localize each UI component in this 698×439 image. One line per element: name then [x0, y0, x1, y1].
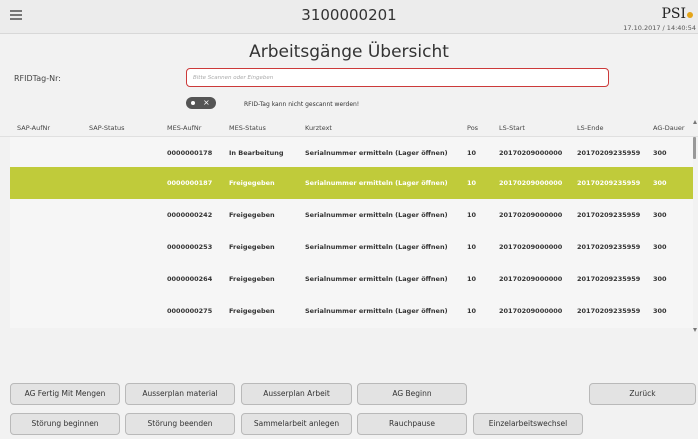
cell-ls-start: 20170209000000: [499, 243, 563, 251]
column-header-mes-aufnr[interactable]: MES-AufNr: [167, 124, 201, 132]
logo-text: PSI: [661, 6, 686, 22]
cell-pos: 10: [467, 149, 477, 157]
ausserplan-material-button[interactable]: Ausserplan material: [125, 383, 235, 405]
cell-mes-aufnr: 0000000178: [167, 149, 213, 157]
einzelarbeitswechsel-button[interactable]: Einzelarbeitswechsel: [473, 413, 583, 435]
cell-kurztext: Serialnummer ermitteln (Lager öffnen): [305, 149, 448, 157]
cell-kurztext: Serialnummer ermitteln (Lager öffnen): [305, 179, 448, 187]
scroll-down-arrow-icon[interactable]: [693, 328, 697, 332]
column-header-sap-aufnr[interactable]: SAP-AufNr: [17, 124, 50, 132]
ag-fertig-mit-mengen-button[interactable]: AG Fertig Mit Mengen: [10, 383, 120, 405]
cell-pos: 10: [467, 211, 477, 219]
cell-ls-ende: 20170209235959: [577, 307, 641, 315]
cell-mes-status: Freigegeben: [229, 275, 275, 283]
cell-kurztext: Serialnummer ermitteln (Lager öffnen): [305, 275, 448, 283]
rauchpause-button[interactable]: Rauchpause: [357, 413, 467, 435]
cell-mes-aufnr: 0000000253: [167, 243, 213, 251]
column-header-kurztext[interactable]: Kurztext: [305, 124, 332, 132]
cell-ls-ende: 20170209235959: [577, 149, 641, 157]
order-number-title: 3100000201: [301, 6, 397, 24]
cell-mes-aufnr: 0000000275: [167, 307, 213, 315]
cell-ls-start: 20170209000000: [499, 149, 563, 157]
table-header: SAP-AufNr SAP-Status MES-AufNr MES-Statu…: [0, 117, 698, 137]
rfid-input[interactable]: [186, 68, 609, 87]
table-row[interactable]: 0000000275 Freigegeben Serialnummer ermi…: [10, 295, 693, 328]
zurueck-button[interactable]: Zurück: [589, 383, 696, 405]
cell-pos: 10: [467, 179, 477, 187]
cell-mes-status: Freigegeben: [229, 307, 275, 315]
cell-mes-aufnr: 0000000264: [167, 275, 213, 283]
table-row[interactable]: 0000000178 In Bearbeitung Serialnummer e…: [10, 137, 693, 170]
scrollbar-thumb[interactable]: [693, 137, 696, 159]
cell-pos: 10: [467, 275, 477, 283]
column-header-pos[interactable]: Pos: [467, 124, 478, 132]
cell-mes-aufnr: 0000000187: [167, 179, 213, 187]
cell-pos: 10: [467, 243, 477, 251]
operations-table: SAP-AufNr SAP-Status MES-AufNr MES-Statu…: [0, 117, 698, 335]
page-title: Arbeitsgänge Übersicht: [249, 42, 449, 62]
cell-mes-aufnr: 0000000242: [167, 211, 213, 219]
cell-ag-dauer: 300: [653, 211, 667, 219]
cell-ls-ende: 20170209235959: [577, 211, 641, 219]
stoerung-beenden-button[interactable]: Störung beenden: [125, 413, 235, 435]
toggle-knob-icon: [191, 101, 195, 105]
cell-ls-start: 20170209000000: [499, 307, 563, 315]
cell-ag-dauer: 300: [653, 243, 667, 251]
cell-kurztext: Serialnummer ermitteln (Lager öffnen): [305, 243, 448, 251]
scroll-up-arrow-icon[interactable]: [693, 120, 697, 124]
cell-mes-status: Freigegeben: [229, 243, 275, 251]
top-bar: 3100000201 PSI 17.10.2017 / 14:40:54: [0, 0, 698, 34]
rfid-scan-toggle[interactable]: ×: [186, 97, 216, 109]
cell-mes-status: In Bearbeitung: [229, 149, 284, 157]
cell-ls-ende: 20170209235959: [577, 179, 641, 187]
rfid-hint-text: RFID-Tag kann nicht gescannt werden!: [244, 101, 360, 108]
table-row-selected[interactable]: 0000000187 Freigegeben Serialnummer ermi…: [10, 167, 693, 200]
cell-mes-status: Freigegeben: [229, 211, 275, 219]
ausserplan-arbeit-button[interactable]: Ausserplan Arbeit: [241, 383, 352, 405]
cell-ls-start: 20170209000000: [499, 211, 563, 219]
cell-ls-start: 20170209000000: [499, 275, 563, 283]
cell-ag-dauer: 300: [653, 149, 667, 157]
column-header-mes-status[interactable]: MES-Status: [229, 124, 266, 132]
logo-dot-icon: [687, 12, 693, 18]
cell-ag-dauer: 300: [653, 307, 667, 315]
column-header-ls-start[interactable]: LS-Start: [499, 124, 525, 132]
cell-pos: 10: [467, 307, 477, 315]
close-icon: ×: [203, 98, 210, 107]
cell-ls-ende: 20170209235959: [577, 275, 641, 283]
cell-ls-start: 20170209000000: [499, 179, 563, 187]
ag-beginn-button[interactable]: AG Beginn: [357, 383, 467, 405]
rfid-label: RFIDTag-Nr:: [14, 74, 61, 83]
cell-ls-ende: 20170209235959: [577, 243, 641, 251]
cell-kurztext: Serialnummer ermitteln (Lager öffnen): [305, 211, 448, 219]
stoerung-beginnen-button[interactable]: Störung beginnen: [10, 413, 120, 435]
column-header-sap-status[interactable]: SAP-Status: [89, 124, 125, 132]
cell-kurztext: Serialnummer ermitteln (Lager öffnen): [305, 307, 448, 315]
column-header-ls-ende[interactable]: LS-Ende: [577, 124, 603, 132]
table-row[interactable]: 0000000253 Freigegeben Serialnummer ermi…: [10, 231, 693, 264]
table-row[interactable]: 0000000242 Freigegeben Serialnummer ermi…: [10, 199, 693, 232]
column-header-ag-dauer[interactable]: AG-Dauer: [653, 124, 685, 132]
cell-ag-dauer: 300: [653, 275, 667, 283]
cell-mes-status: Freigegeben: [229, 179, 275, 187]
table-row[interactable]: 0000000264 Freigegeben Serialnummer ermi…: [10, 263, 693, 296]
cell-ag-dauer: 300: [653, 179, 667, 187]
sammelarbeit-anlegen-button[interactable]: Sammelarbeit anlegen: [241, 413, 352, 435]
timestamp: 17.10.2017 / 14:40:54: [623, 24, 696, 32]
psi-logo: PSI: [661, 6, 693, 22]
